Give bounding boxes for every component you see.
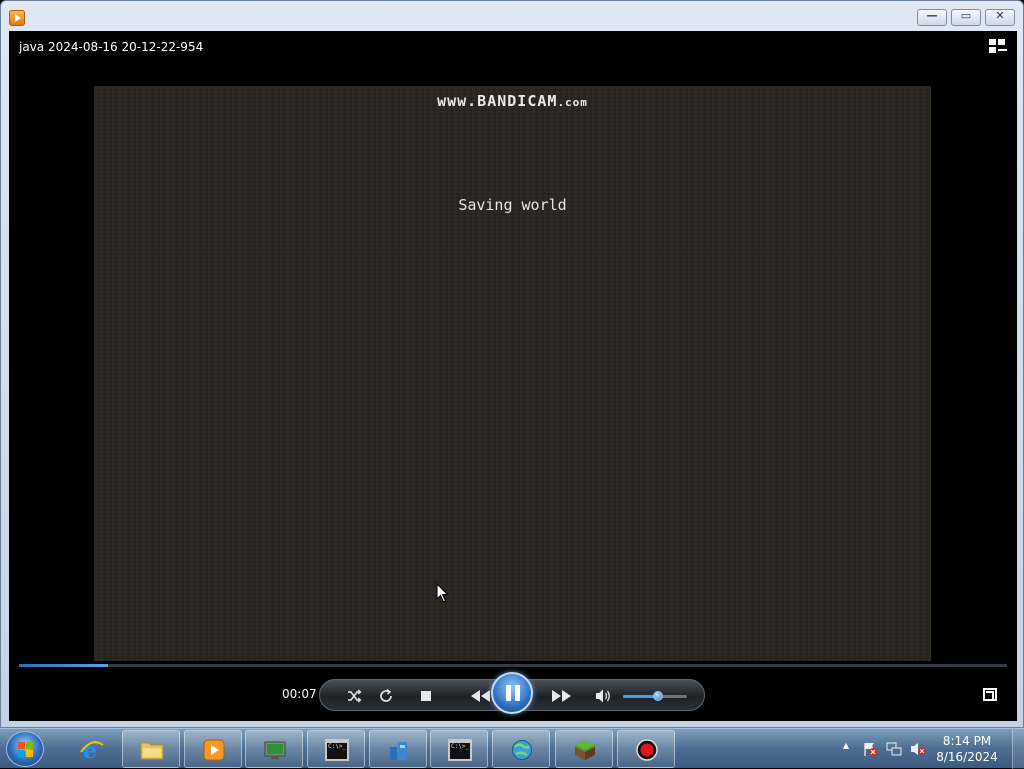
watermark-suffix: .com — [557, 96, 588, 109]
taskbar-item-network-tool[interactable] — [245, 730, 303, 768]
maximize-button[interactable]: ▭ — [951, 9, 981, 26]
fast-forward-button[interactable] — [548, 686, 576, 706]
start-button[interactable] — [6, 731, 44, 767]
shuffle-icon — [348, 689, 362, 703]
app-icon — [390, 742, 407, 760]
taskbar: e C:\>_ C:\>_ ▲ 8:14 PM 8/16/2024 — [0, 728, 1024, 769]
cmd-icon: C:\>_ — [448, 739, 472, 761]
taskbar-item-command-prompt-2[interactable]: C:\>_ — [430, 730, 488, 768]
stop-icon — [421, 691, 431, 701]
fast-forward-icon — [552, 690, 571, 702]
close-icon: ✕ — [995, 9, 1005, 22]
clock-time: 8:14 PM — [942, 734, 992, 748]
cmd-icon: C:\>_ — [325, 739, 349, 761]
volume-muted-icon[interactable] — [910, 741, 926, 757]
clock-date: 8/16/2024 — [936, 750, 998, 764]
show-hidden-icons-button[interactable]: ▲ — [838, 741, 854, 757]
file-title: java 2024-08-16 20-12-22-954 — [19, 40, 204, 54]
window-controls: — ▭ ✕ — [917, 9, 1015, 26]
rewind-button[interactable] — [466, 686, 494, 706]
watermark: www.BANDICAM.com — [94, 92, 931, 110]
ie-icon: e — [80, 739, 104, 761]
record-icon — [636, 739, 658, 761]
media-player-window: — ▭ ✕ java 2024-08-16 20-12-22-954 www.B… — [0, 0, 1024, 728]
minimize-icon: — — [926, 9, 938, 22]
taskbar-item-minecraft[interactable] — [555, 730, 613, 768]
title-bar[interactable]: — ▭ ✕ — [1, 1, 1023, 31]
clock[interactable]: 8:14 PM 8/16/2024 — [932, 733, 1002, 765]
taskbar-item-bandicam[interactable] — [617, 730, 675, 768]
current-time: 00:07 — [282, 687, 317, 701]
network-icon — [264, 741, 286, 759]
video-overlay-text: Saving world — [458, 196, 567, 214]
show-desktop-button[interactable] — [1012, 729, 1024, 769]
taskbar-item-internet-explorer[interactable]: e — [62, 730, 120, 768]
play-pause-button[interactable] — [491, 672, 533, 714]
minimize-button[interactable]: — — [917, 9, 947, 26]
action-center-flag-icon[interactable] — [862, 741, 878, 757]
network-tray-icon[interactable] — [886, 741, 902, 757]
globe-icon — [512, 740, 532, 760]
taskbar-item-media-player[interactable] — [184, 730, 242, 768]
volume-handle[interactable] — [653, 691, 664, 701]
player-area: java 2024-08-16 20-12-22-954 www.BANDICA… — [9, 31, 1017, 721]
video-frame[interactable]: www.BANDICAM.com Saving world — [94, 86, 931, 661]
taskbar-item-command-prompt-1[interactable]: C:\>_ — [307, 730, 365, 768]
repeat-icon — [380, 688, 392, 702]
mute-button[interactable] — [594, 686, 614, 706]
speaker-icon — [596, 689, 610, 703]
grass-block-icon — [575, 740, 595, 760]
shuffle-button[interactable] — [344, 686, 364, 706]
media-player-app-icon[interactable] — [9, 10, 25, 26]
maximize-icon: ▭ — [960, 9, 972, 22]
rewind-icon — [471, 690, 490, 702]
fullscreen-button[interactable] — [983, 688, 997, 701]
system-tray: ▲ 8:14 PM 8/16/2024 — [838, 729, 1024, 769]
taskbar-item-app-blue[interactable] — [369, 730, 427, 768]
close-button[interactable]: ✕ — [985, 9, 1015, 26]
taskbar-item-browser-globe[interactable] — [492, 730, 550, 768]
volume-slider[interactable] — [623, 691, 687, 701]
switch-library-icon[interactable] — [989, 39, 1007, 55]
repeat-button[interactable] — [376, 686, 396, 706]
seek-progress — [19, 664, 108, 667]
watermark-main: www.BANDICAM — [437, 92, 558, 110]
media-player-icon — [203, 739, 225, 761]
stop-button[interactable] — [416, 686, 436, 706]
folder-icon — [140, 742, 164, 760]
seek-bar[interactable] — [19, 664, 1007, 667]
taskbar-item-file-explorer[interactable] — [122, 730, 180, 768]
